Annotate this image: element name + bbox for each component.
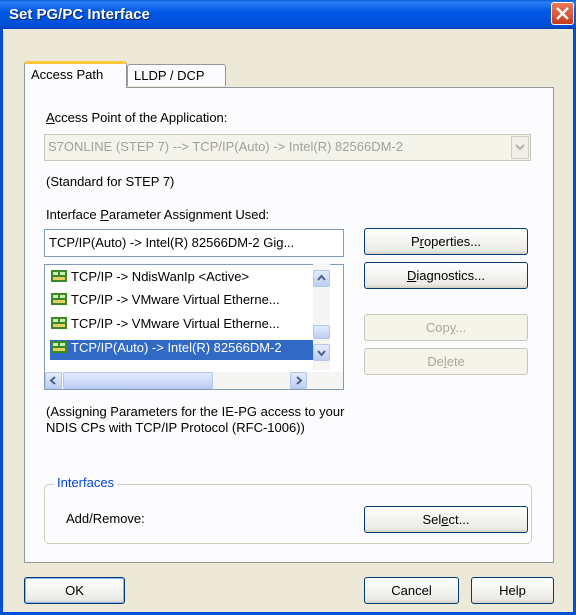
interface-param-field[interactable]: TCP/IP(Auto) -> Intel(R) 82566DM-2 Gig..…	[44, 229, 344, 257]
properties-button[interactable]: Properties...	[364, 228, 528, 255]
tab-access-path[interactable]: Access Path	[24, 61, 127, 88]
list-item-selected[interactable]: TCP/IP(Auto) -> Intel(R) 82566DM-2	[49, 339, 316, 361]
assignment-description: (Assigning Parameters for the IE-PG acce…	[46, 404, 345, 435]
close-icon	[556, 7, 569, 20]
network-adapter-icon	[50, 292, 68, 306]
cancel-button[interactable]: Cancel	[364, 577, 459, 604]
scroll-up-button[interactable]	[313, 270, 330, 287]
list-item[interactable]: TCP/IP -> NdisWanIp <Active>	[50, 269, 315, 289]
network-adapter-icon	[50, 269, 68, 283]
interface-param-label: Interface Parameter Assignment Used:	[46, 207, 270, 222]
scroll-left-button[interactable]	[45, 372, 62, 389]
scroll-thumb-horizontal[interactable]	[63, 372, 213, 389]
list-item[interactable]: TCP/IP -> VMware Virtual Etherne...	[50, 316, 315, 336]
scroll-right-button[interactable]	[290, 372, 307, 389]
access-point-note: (Standard for STEP 7)	[46, 174, 175, 189]
combo-dropdown-button[interactable]	[511, 136, 529, 159]
access-point-combobox[interactable]: S7ONLINE (STEP 7) --> TCP/IP(Auto) -> In…	[44, 134, 531, 161]
tab-lldp-dcp[interactable]: LLDP / DCP	[127, 64, 226, 86]
interfaces-group-label: Interfaces	[54, 475, 118, 490]
add-remove-label: Add/Remove:	[66, 511, 145, 526]
scroll-thumb-vertical[interactable]	[313, 325, 330, 339]
help-button[interactable]: Help	[471, 577, 554, 604]
scroll-down-button[interactable]	[313, 344, 330, 361]
window-frame-left	[0, 29, 3, 615]
diagnostics-button[interactable]: Diagnostics...	[364, 262, 528, 289]
chevron-left-icon	[49, 376, 56, 385]
chevron-down-icon	[515, 144, 525, 151]
ok-button[interactable]: OK	[24, 577, 125, 604]
network-adapter-icon	[50, 316, 68, 330]
close-button[interactable]	[551, 2, 574, 25]
copy-button[interactable]: Copy...	[364, 314, 528, 341]
chevron-right-icon	[296, 376, 303, 385]
delete-button[interactable]: Delete	[364, 348, 528, 375]
window-title: Set PG/PC Interface	[9, 6, 150, 23]
access-point-label: Access Point of the Application:	[46, 110, 228, 125]
select-button[interactable]: Select...	[364, 506, 528, 533]
chevron-down-icon	[317, 350, 326, 357]
network-adapter-icon	[50, 340, 68, 354]
list-item[interactable]: TCP/IP -> VMware Virtual Etherne...	[50, 292, 315, 312]
chevron-up-icon	[317, 274, 326, 281]
